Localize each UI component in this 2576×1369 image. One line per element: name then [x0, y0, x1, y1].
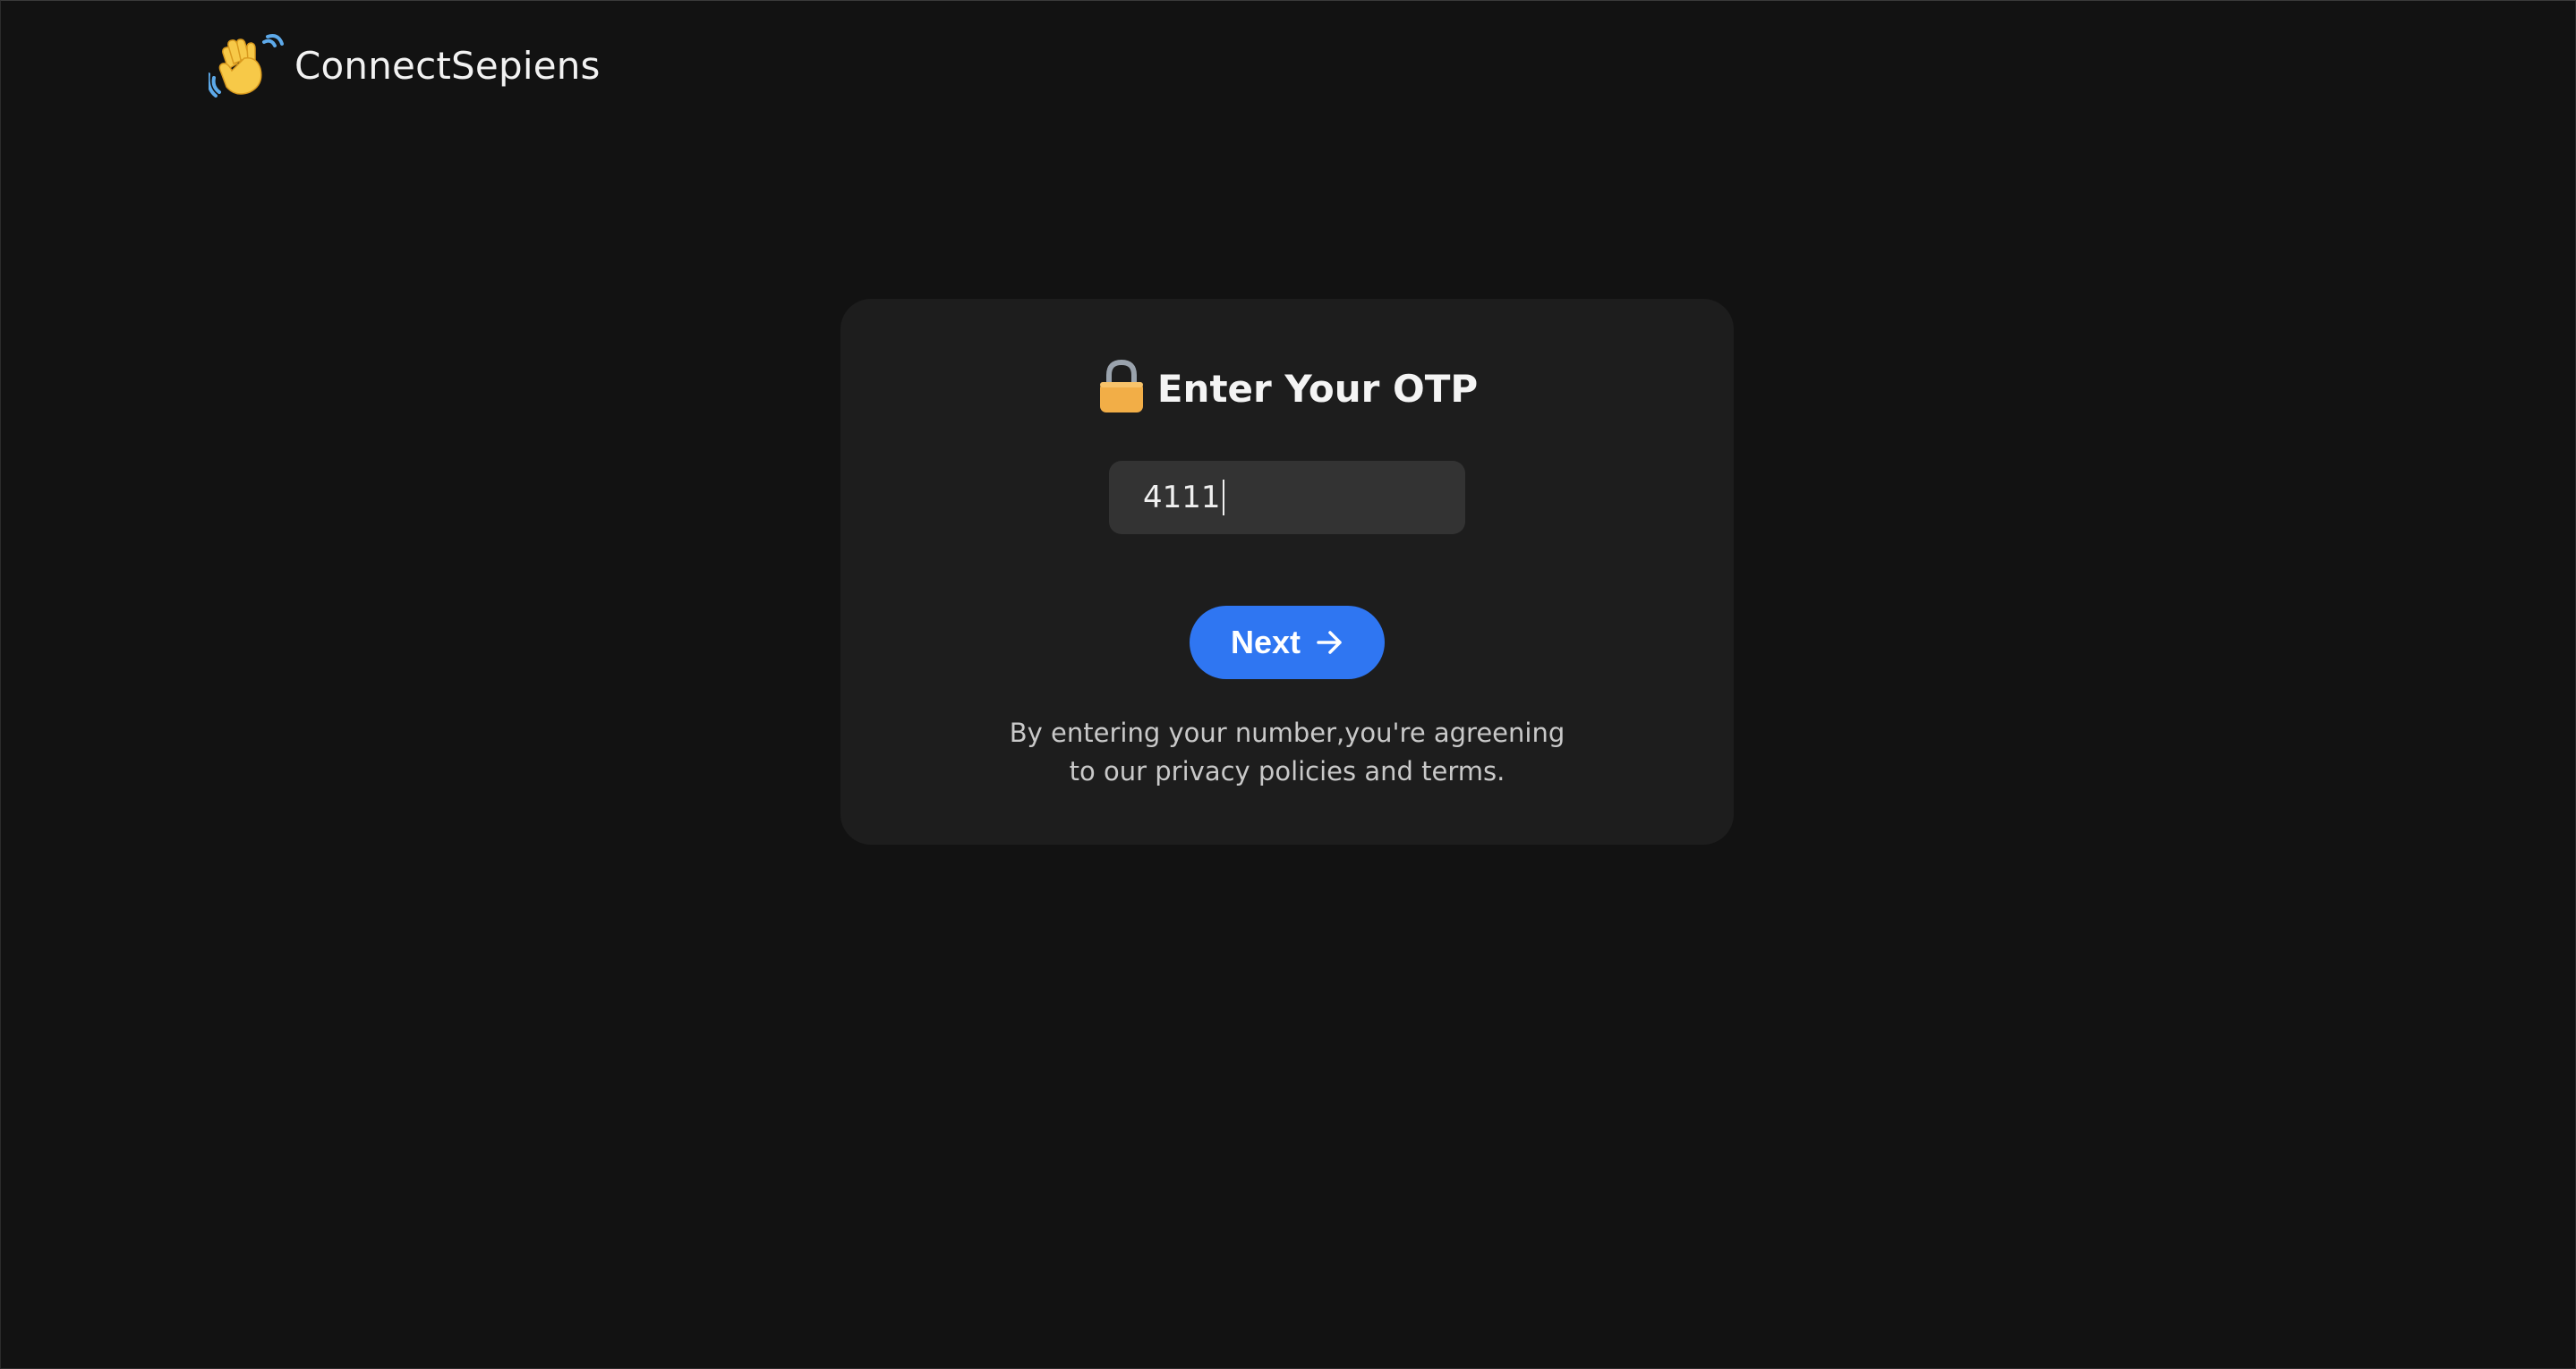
disclaimer-line-2: to our privacy policies and terms. — [1069, 756, 1506, 787]
brand-name: ConnectSepiens — [294, 43, 601, 88]
disclaimer-line-1: By entering your number,you're agreening — [1009, 718, 1565, 748]
page: ConnectSepiens Enter Your OTP 4111 Next … — [0, 0, 2576, 1369]
next-button[interactable]: Next — [1190, 606, 1385, 679]
brand[interactable]: ConnectSepiens — [209, 33, 601, 98]
otp-input[interactable]: 4111 — [1109, 461, 1465, 534]
otp-card: Enter Your OTP 4111 Next By entering you… — [840, 299, 1734, 845]
waving-hand-icon — [209, 34, 284, 98]
text-caret — [1222, 480, 1224, 515]
next-button-label: Next — [1230, 624, 1301, 660]
lock-icon — [1099, 359, 1143, 412]
terms-disclaimer: By entering your number,you're agreening… — [840, 714, 1734, 791]
page-title: Enter Your OTP — [1156, 366, 1479, 411]
card-title: Enter Your OTP — [840, 353, 1734, 424]
otp-input-value: 4111 — [1143, 480, 1221, 515]
arrow-right-icon — [1317, 631, 1342, 654]
